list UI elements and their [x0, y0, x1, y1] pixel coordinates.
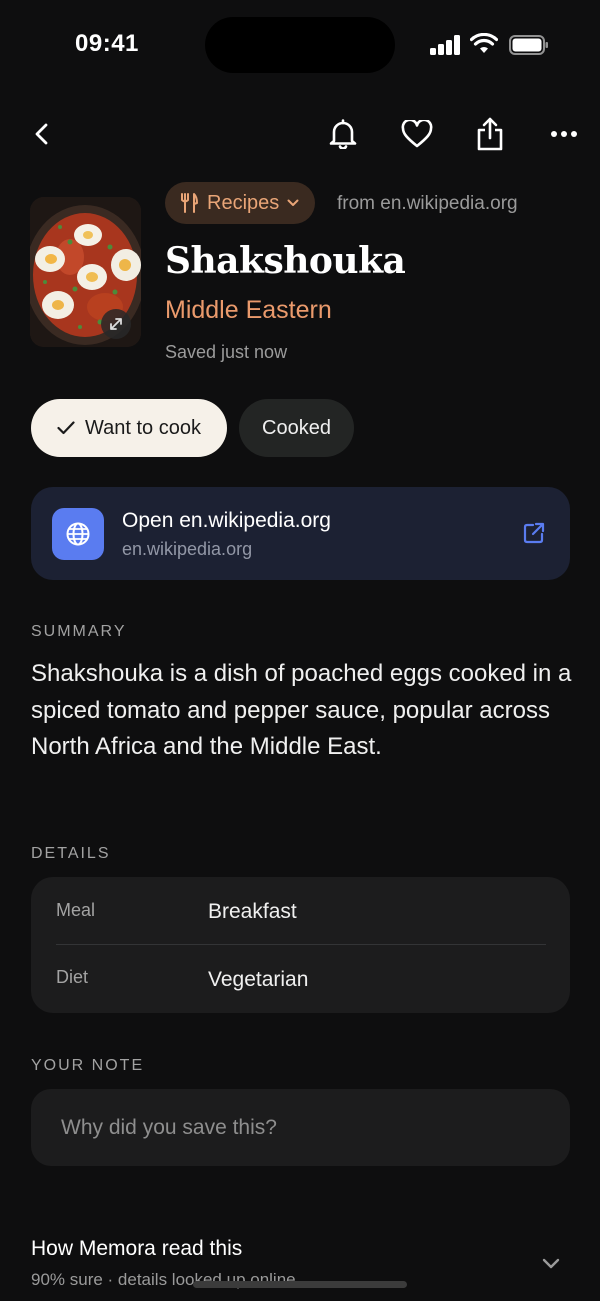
source-label: from en.wikipedia.org	[337, 193, 518, 214]
details-card: Meal Breakfast Diet Vegetarian	[31, 877, 570, 1013]
cuisine-label: Middle Eastern	[165, 296, 332, 324]
globe-badge	[52, 508, 104, 560]
home-indicator[interactable]	[193, 1281, 407, 1288]
heart-icon	[401, 120, 433, 148]
expand-icon	[110, 318, 122, 330]
status-time: 09:41	[75, 30, 139, 57]
fork-knife-icon	[181, 193, 198, 213]
cellular-signal-icon	[430, 35, 462, 55]
external-link-icon	[523, 522, 545, 544]
open-source-card[interactable]: Open en.wikipedia.org en.wikipedia.org	[31, 487, 570, 580]
bell-icon	[329, 119, 357, 149]
detail-key-meal: Meal	[56, 900, 96, 920]
note-input[interactable]	[31, 1089, 570, 1166]
battery-icon	[509, 35, 548, 55]
page-title: Shakshouka	[165, 240, 406, 282]
category-selector[interactable]: Recipes	[165, 182, 316, 224]
want-to-cook-button[interactable]: Want to cook	[31, 399, 227, 457]
open-link-domain: en.wikipedia.org	[122, 539, 253, 559]
more-icon	[551, 131, 577, 137]
cooked-label: Cooked	[262, 416, 331, 439]
back-icon	[35, 123, 48, 145]
reminder-button[interactable]	[321, 112, 365, 156]
dynamic-island	[205, 17, 395, 73]
saved-timestamp: Saved just now	[165, 342, 288, 362]
expand-image-button[interactable]	[101, 309, 131, 339]
want-to-cook-label: Want to cook	[85, 416, 201, 439]
note-heading: YOUR NOTE	[31, 1057, 145, 1074]
back-button[interactable]	[21, 112, 65, 156]
open-link-title: Open en.wikipedia.org	[122, 509, 331, 532]
favorite-button[interactable]	[395, 112, 439, 156]
cooked-button[interactable]: Cooked	[239, 399, 354, 457]
how-read-title[interactable]: How Memora read this	[31, 1237, 242, 1261]
chevron-down-icon	[287, 199, 299, 206]
summary-text: Shakshouka is a dish of poached eggs coo…	[31, 660, 572, 760]
share-icon	[477, 117, 503, 151]
chevron-down-icon[interactable]	[538, 1250, 564, 1276]
status-bar: 09:41	[0, 0, 600, 90]
globe-icon	[66, 522, 90, 546]
details-heading: DETAILS	[31, 845, 111, 862]
wifi-icon	[470, 33, 498, 53]
detail-key-diet: Diet	[56, 967, 89, 987]
detail-divider	[56, 944, 546, 945]
detail-value-diet: Vegetarian	[208, 968, 309, 991]
summary-heading: SUMMARY	[31, 623, 127, 640]
share-button[interactable]	[468, 112, 512, 156]
more-button[interactable]	[542, 112, 586, 156]
check-icon	[57, 421, 75, 435]
category-label: Recipes	[207, 191, 280, 214]
detail-value-meal: Breakfast	[208, 900, 297, 923]
